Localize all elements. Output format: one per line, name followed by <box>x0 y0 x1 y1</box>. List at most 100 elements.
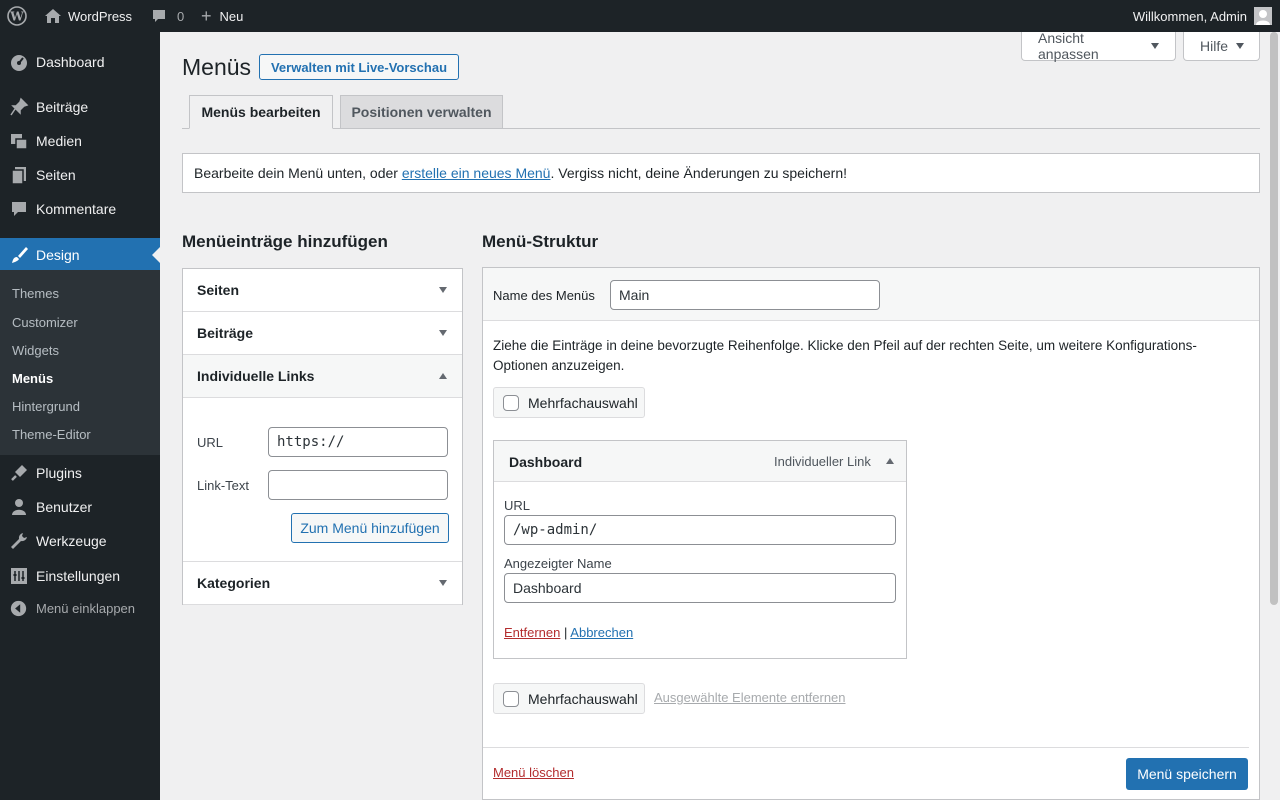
sidebar-item-label: Einstellungen <box>36 568 121 584</box>
chevron-down-icon <box>1236 43 1245 49</box>
tab-manage-locations[interactable]: Positionen verwalten <box>340 95 503 129</box>
item-nav-value: Dashboard <box>513 580 582 596</box>
action-separator: | <box>564 625 568 640</box>
admin-bar: W WordPress 0 + Neu Willkommen, Admin <box>0 0 1280 32</box>
bulk-select-label: Mehrfachauswahl <box>528 690 638 707</box>
account-menu[interactable]: Willkommen, Admin <box>1133 0 1272 32</box>
custom-link-url-input[interactable]: https:// <box>268 427 448 457</box>
greeting: Willkommen, Admin <box>1132 8 1247 24</box>
sidebar-item-design[interactable]: Design <box>0 238 160 272</box>
comments-link[interactable]: 0 <box>151 0 184 32</box>
item-actions: Entfernen | Abbrechen <box>504 625 633 640</box>
help-label: Hilfe <box>1200 38 1229 54</box>
sidebar-item-posts[interactable]: Beiträge <box>0 90 160 124</box>
sidebar-item-media[interactable]: Medien <box>0 124 160 158</box>
submenu-item-customizer[interactable]: Customizer <box>12 315 78 330</box>
menu-item-handle[interactable]: Dashboard Individueller Link <box>494 441 906 482</box>
user-icon <box>12 499 26 515</box>
sidebar-item-settings[interactable]: Einstellungen <box>0 559 160 593</box>
sidebar-item-label: Medien <box>36 133 82 149</box>
live-preview-button[interactable]: Verwalten mit Live-Vorschau <box>259 54 459 80</box>
pin-icon <box>10 97 29 116</box>
sidebar-item-tools[interactable]: Werkzeuge <box>0 524 160 558</box>
sidebar-item-label: Seiten <box>36 167 76 183</box>
tab-edit-menus[interactable]: Menüs bearbeiten <box>189 95 333 129</box>
footer-divider <box>483 747 1249 748</box>
tab-label: Positionen verwalten <box>351 104 492 120</box>
submenu-item-themes[interactable]: Themes <box>12 286 59 301</box>
sidebar-item-pages[interactable]: Seiten <box>0 158 160 192</box>
plug-icon <box>11 465 27 481</box>
item-url-value: /wp-admin/ <box>513 522 598 538</box>
menu-name-input[interactable]: Main <box>610 280 880 310</box>
sidebar-item-label: Benutzer <box>36 499 93 515</box>
sidebar-item-label: Design <box>36 247 80 263</box>
chevron-up-icon[interactable] <box>886 458 894 464</box>
accordion-categories[interactable]: Kategorien <box>183 561 462 605</box>
add-items-accordion: Seiten Beiträge Individuelle Links URL h… <box>182 268 463 605</box>
menu-item-title: Dashboard <box>509 454 583 470</box>
avatar <box>1254 7 1272 25</box>
wordpress-logo-icon[interactable]: W <box>7 0 27 32</box>
screen-options-button[interactable]: Ansicht anpassen <box>1021 30 1176 62</box>
drag-instructions: Ziehe die Einträge in deine bevorzugte R… <box>493 338 1197 373</box>
remove-item-link[interactable]: Entfernen <box>504 625 560 640</box>
menu-item-type: Individueller Link <box>774 454 871 469</box>
screen-options-label: Ansicht anpassen <box>1038 30 1099 62</box>
svg-text:W: W <box>9 10 24 24</box>
pages-icon <box>11 167 26 185</box>
plus-icon: + <box>201 6 212 26</box>
live-preview-label: Verwalten mit Live-Vorschau <box>270 59 448 75</box>
wrench-icon <box>11 533 27 549</box>
collapse-arrow-icon <box>10 600 27 616</box>
cancel-item-link[interactable]: Abbrechen <box>570 625 633 640</box>
chevron-down-icon <box>439 330 447 336</box>
bulk-select-toggle-top[interactable]: Mehrfachauswahl <box>493 387 645 418</box>
site-name-link[interactable]: WordPress <box>44 0 132 32</box>
delete-menu-link[interactable]: Menü löschen <box>493 765 574 780</box>
settings-icon <box>11 568 27 584</box>
bulk-select-checkbox[interactable] <box>503 394 519 411</box>
add-to-menu-label: Zum Menü hinzufügen <box>300 520 440 536</box>
url-value: https:// <box>277 434 345 450</box>
sidebar-item-users[interactable]: Benutzer <box>0 490 160 524</box>
menu-structure-heading: Menü-Struktur <box>482 232 599 251</box>
create-new-menu-link[interactable]: erstelle ein neues Menü <box>402 165 551 181</box>
admin-sidebar: Dashboard Beiträge Medien Seiten Komment… <box>0 32 160 800</box>
page-scrollbar[interactable] <box>1270 32 1278 605</box>
collapse-menu-button[interactable]: Menü einklappen <box>0 591 160 625</box>
add-to-menu-button[interactable]: Zum Menü hinzufügen <box>291 513 449 543</box>
accordion-label: Individuelle Links <box>197 368 315 384</box>
new-content-link[interactable]: + Neu <box>201 0 243 32</box>
notice-text-before: Bearbeite dein Menü unten, oder <box>194 165 402 181</box>
sidebar-item-label: Plugins <box>36 465 82 481</box>
bulk-select-checkbox[interactable] <box>503 690 519 707</box>
sidebar-item-label: Kommentare <box>36 201 117 217</box>
sidebar-item-label: Werkzeuge <box>36 533 107 549</box>
sidebar-item-comments[interactable]: Kommentare <box>0 192 160 226</box>
accordion-custom-links[interactable]: Individuelle Links <box>183 355 462 398</box>
help-button[interactable]: Hilfe <box>1183 32 1260 61</box>
item-nav-label-input[interactable]: Dashboard <box>504 573 896 603</box>
submenu-item-background[interactable]: Hintergrund <box>12 399 80 414</box>
notice-text-after: . Vergiss nicht, deine Änderungen zu spe… <box>550 165 847 181</box>
sidebar-item-plugins[interactable]: Plugins <box>0 456 160 490</box>
sidebar-item-dashboard[interactable]: Dashboard <box>0 45 160 79</box>
item-url-input[interactable]: /wp-admin/ <box>504 515 896 545</box>
chevron-down-icon <box>1151 43 1159 49</box>
save-menu-button[interactable]: Menü speichern <box>1126 758 1248 790</box>
url-label: URL <box>197 435 224 450</box>
accordion-pages[interactable]: Seiten <box>183 269 462 312</box>
accordion-posts[interactable]: Beiträge <box>183 312 462 355</box>
submenu-item-theme-editor[interactable]: Theme-Editor <box>12 427 91 442</box>
remove-selected-link[interactable]: Ausgewählte Elemente entfernen <box>654 690 846 705</box>
design-submenu: Themes Customizer Widgets Menüs Hintergr… <box>0 270 160 455</box>
media-icon <box>11 134 28 150</box>
custom-link-text-input[interactable] <box>268 470 448 500</box>
item-url-label: URL <box>504 498 531 513</box>
bulk-select-toggle-bottom[interactable]: Mehrfachauswahl <box>493 683 645 714</box>
site-name: WordPress <box>68 8 133 24</box>
submenu-item-widgets[interactable]: Widgets <box>12 343 59 358</box>
collapse-label: Menü einklappen <box>36 600 136 616</box>
submenu-item-menus[interactable]: Menüs <box>12 371 53 386</box>
